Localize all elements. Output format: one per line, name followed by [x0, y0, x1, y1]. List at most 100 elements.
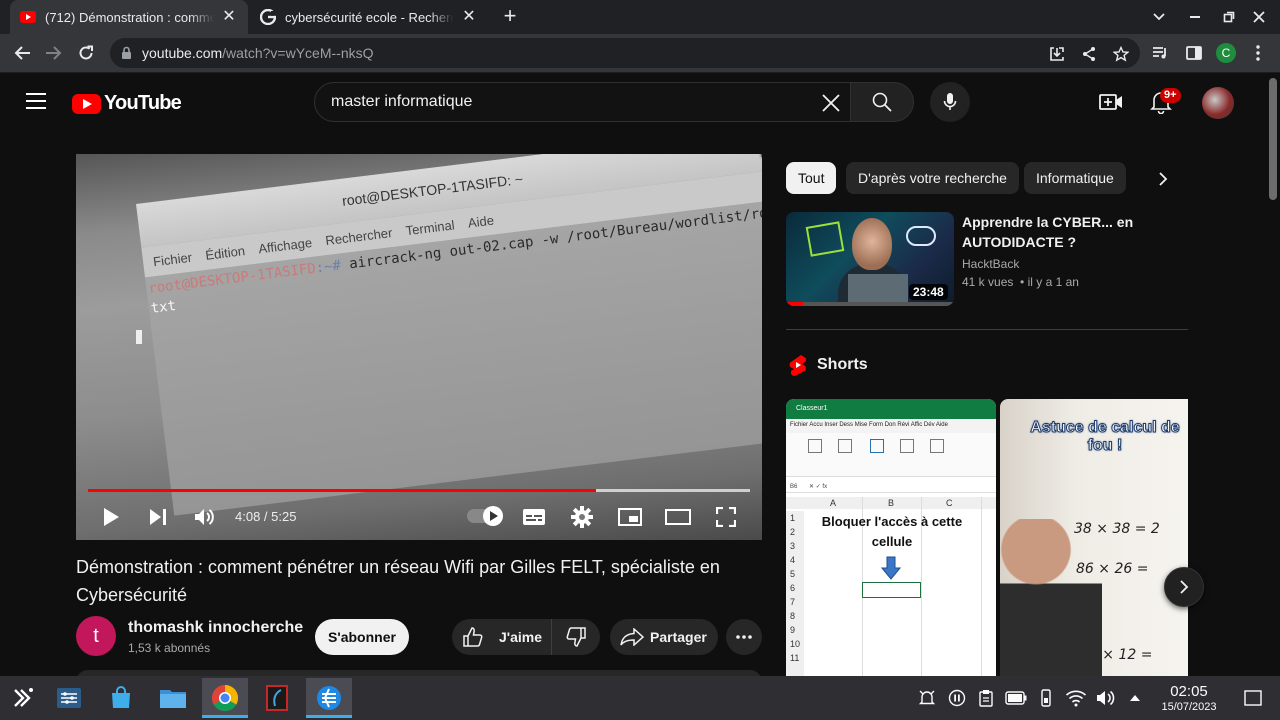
create-video-button[interactable] — [1098, 89, 1124, 115]
recommendation-meta: 41 k vues • il y a 1 an — [962, 275, 1079, 289]
device-tray-icon[interactable] — [1035, 688, 1057, 708]
reload-button[interactable] — [72, 39, 100, 67]
scrollbar-thumb[interactable] — [1269, 78, 1277, 200]
channel-avatar[interactable]: t — [76, 616, 116, 656]
create-video-icon — [1099, 94, 1122, 110]
recommendation-channel[interactable]: HacktBack — [962, 257, 1019, 271]
editor-icon — [266, 685, 288, 711]
forward-button[interactable] — [40, 39, 68, 67]
tab-youtube[interactable]: (712) Démonstration : comment pénétrer u… — [10, 0, 248, 34]
dislike-button[interactable] — [552, 619, 600, 655]
subscribe-button[interactable]: S'abonner — [315, 619, 409, 655]
restore-icon[interactable] — [1212, 0, 1246, 34]
presenter-face — [852, 218, 892, 270]
media-playlist-icon[interactable] — [1146, 39, 1174, 67]
system-settings-app[interactable] — [46, 678, 92, 718]
selected-cell — [862, 582, 921, 598]
short-video-card[interactable]: Classeur1 Fichier Accu Inser Dess Mise F… — [786, 399, 996, 676]
clipboard-tray-icon[interactable] — [975, 688, 997, 708]
video-duration-badge: 23:48 — [909, 284, 948, 300]
search-button[interactable] — [850, 82, 914, 122]
shorts-logo-icon — [789, 355, 807, 376]
tab-google[interactable]: cybersécurité ecole - Recherche Google ✕ — [250, 0, 488, 34]
clock-time: 02:05 — [1170, 683, 1208, 700]
show-desktop-icon[interactable] — [1242, 688, 1264, 708]
install-app-icon[interactable] — [1048, 45, 1066, 63]
subtitles-button[interactable] — [520, 503, 548, 531]
thumbs-down-icon — [566, 627, 586, 647]
settings-button[interactable] — [568, 503, 596, 531]
software-store-app[interactable] — [98, 678, 144, 718]
profile-avatar-button[interactable]: C — [1212, 39, 1240, 67]
tab-close-icon[interactable]: ✕ — [460, 8, 478, 26]
chip-informatique[interactable]: Informatique — [1024, 162, 1126, 194]
voice-search-button[interactable] — [930, 82, 970, 122]
logo-text: YouTube — [104, 92, 182, 114]
youtube-header: YouTube master informatique 9+ — [0, 74, 1268, 130]
file-manager-app[interactable] — [150, 678, 196, 718]
mute-button[interactable] — [191, 503, 219, 531]
back-button[interactable] — [8, 39, 36, 67]
chip-search-based[interactable]: D'après votre recherche — [846, 162, 1019, 194]
chip-tout[interactable]: Tout — [786, 162, 837, 194]
browser-menu-icon[interactable] — [1244, 39, 1272, 67]
chips-next-button[interactable] — [1150, 167, 1176, 191]
clear-search-icon[interactable] — [820, 92, 842, 114]
shorts-next-button[interactable] — [1164, 567, 1204, 607]
fullscreen-button[interactable] — [712, 503, 740, 531]
more-horizontal-icon — [736, 635, 752, 639]
side-panel-icon[interactable] — [1180, 39, 1208, 67]
like-dislike-group: J'aime — [452, 619, 600, 655]
share-button[interactable]: Partager — [610, 619, 718, 655]
next-button[interactable] — [144, 503, 172, 531]
theater-mode-button[interactable] — [664, 503, 692, 531]
share-page-icon[interactable] — [1080, 45, 1098, 63]
app-launcher-button[interactable] — [0, 678, 46, 718]
tray-expand-arrow-icon[interactable] — [1124, 688, 1146, 708]
subscriber-count: 1,53 k abonnés — [128, 641, 211, 655]
progress-bar[interactable] — [88, 489, 750, 492]
address-bar[interactable]: youtube.com/watch?v=wYceM--nksQ — [110, 38, 1140, 68]
miniplayer-button[interactable] — [616, 503, 644, 531]
taskbar-clock[interactable]: 02:05 15/07/2023 — [1152, 683, 1226, 713]
media-pause-tray-icon[interactable] — [946, 688, 968, 708]
bookmark-star-icon[interactable] — [1112, 45, 1130, 63]
remote-desktop-app[interactable] — [306, 678, 352, 718]
chrome-app[interactable] — [202, 678, 248, 718]
notifications-tray-icon[interactable] — [916, 688, 938, 708]
chevron-right-icon — [1180, 580, 1189, 594]
play-button[interactable] — [97, 503, 125, 531]
more-actions-button[interactable] — [726, 619, 762, 655]
tab-close-icon[interactable]: ✕ — [220, 8, 238, 26]
guide-menu-icon[interactable] — [26, 93, 46, 109]
excel-formula-bar: B6 ✕ ✓ fx — [786, 481, 996, 493]
volume-icon — [195, 509, 214, 525]
recommendation-title[interactable]: Apprendre la CYBER... en AUTODIDACTE ? — [962, 212, 1172, 252]
share-label: Partager — [650, 629, 707, 645]
cloud-graphic — [906, 226, 936, 246]
tab-title: (712) Démonstration : comment pénétrer u… — [45, 9, 214, 25]
autoplay-toggle[interactable] — [467, 506, 503, 526]
video-title: Démonstration : comment pénétrer un rése… — [76, 557, 720, 605]
editor-app[interactable] — [254, 678, 300, 718]
browser-tabstrip: (712) Démonstration : comment pénétrer u… — [0, 0, 1280, 34]
like-button[interactable]: J'aime — [452, 619, 552, 655]
channel-name[interactable]: thomashk innocherche — [128, 619, 303, 637]
close-window-icon[interactable] — [1242, 0, 1276, 34]
volume-tray-icon[interactable] — [1095, 688, 1117, 708]
subtitles-icon — [523, 509, 545, 525]
browser-toolbar: youtube.com/watch?v=wYceM--nksQ C — [0, 34, 1280, 73]
wifi-tray-icon[interactable] — [1065, 688, 1087, 708]
battery-tray-icon[interactable] — [1005, 688, 1027, 708]
new-tab-button[interactable]: + — [498, 5, 522, 29]
minimize-icon[interactable] — [1178, 0, 1212, 34]
search-input[interactable]: master informatique — [314, 82, 851, 122]
video-player[interactable]: root@DESKTOP-1TASIFD: ~ Fichier Édition … — [76, 154, 762, 540]
short-video-card[interactable]: Astuce de calcul de fou ! 38 × 38 = 2 86… — [1000, 399, 1188, 676]
tab-search-chevron-icon[interactable] — [1142, 0, 1176, 34]
youtube-logo[interactable]: YouTube — [72, 92, 182, 115]
section-divider — [786, 329, 1188, 330]
notification-count-badge: 9+ — [1160, 88, 1181, 103]
time-display: 4:08 / 5:25 — [235, 509, 297, 524]
account-avatar[interactable] — [1202, 87, 1234, 119]
